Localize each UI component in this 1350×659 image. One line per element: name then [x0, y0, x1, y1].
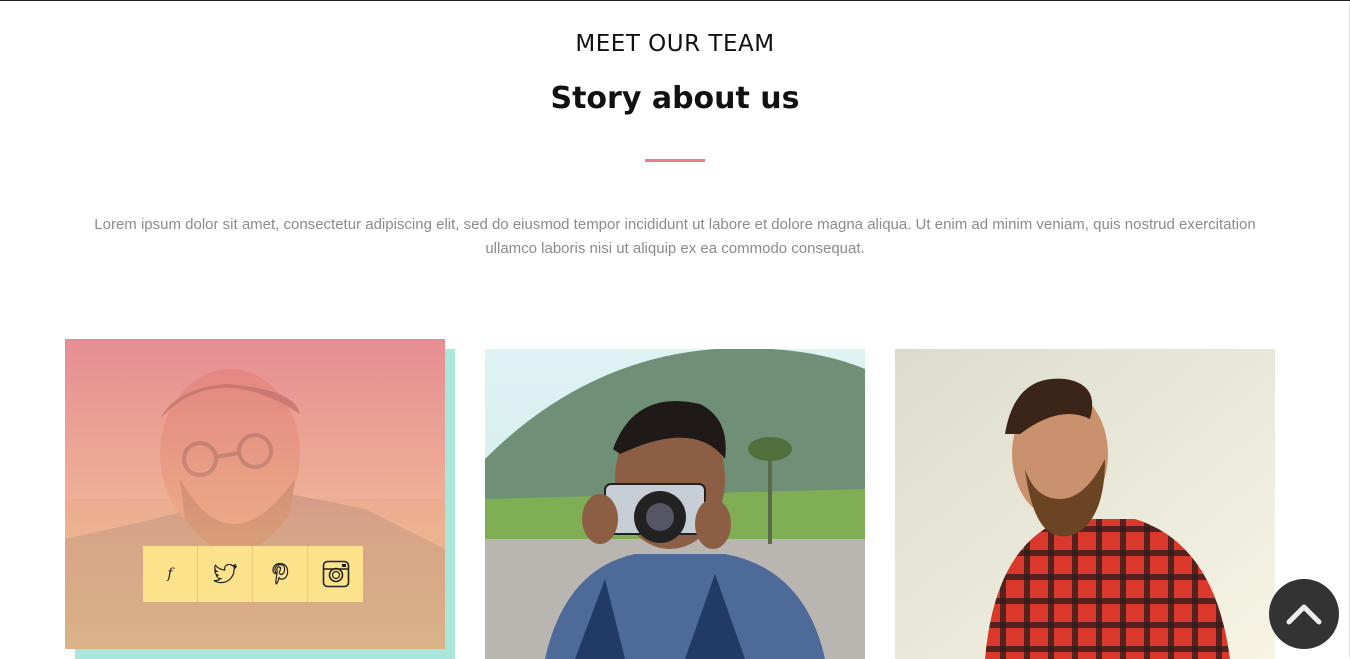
- facebook-button[interactable]: f: [143, 546, 198, 602]
- chevron-up-icon: [1286, 604, 1322, 625]
- pinterest-icon: [272, 562, 289, 585]
- team-card-2[interactable]: [485, 349, 865, 659]
- team-card-3[interactable]: [895, 349, 1275, 659]
- facebook-icon: f: [167, 566, 173, 582]
- instagram-button[interactable]: [308, 546, 363, 602]
- title-divider: [645, 159, 705, 162]
- bearded-man-plaid-shirt-photo: [895, 349, 1275, 659]
- pinterest-button[interactable]: [253, 546, 308, 602]
- instagram-icon: [322, 560, 349, 588]
- man-with-camera-photo: [485, 349, 865, 659]
- scroll-top-button[interactable]: [1269, 579, 1339, 649]
- section-title: Story about us: [550, 81, 800, 116]
- twitter-icon: [213, 564, 237, 584]
- twitter-button[interactable]: [198, 546, 253, 602]
- section-eyebrow: MEET OUR TEAM: [575, 31, 775, 57]
- card-overlay: [65, 339, 445, 649]
- section-description: Lorem ipsum dolor sit amet, consectetur …: [94, 216, 1256, 257]
- team-card-1[interactable]: f: [65, 339, 445, 649]
- social-links: f: [143, 546, 363, 602]
